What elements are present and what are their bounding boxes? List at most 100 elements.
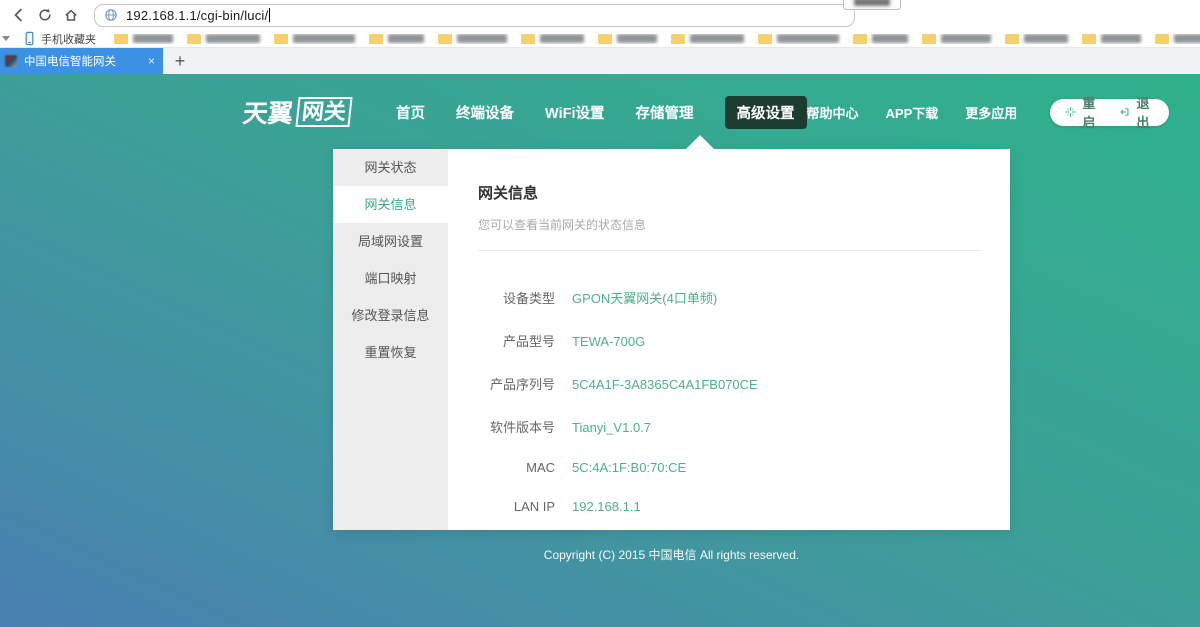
partial-popup-button[interactable] — [843, 0, 901, 10]
bookmark-blurred-label — [457, 34, 507, 43]
content-subtitle: 您可以查看当前网关的状态信息 — [478, 216, 982, 233]
nav-item[interactable]: WiFi设置 — [545, 102, 604, 123]
info-fields: 设备类型 GPON天翼网关(4口单频) 产品型号 TEWA-700G 产品序列号… — [478, 288, 982, 530]
header-links: 帮助中心 APP下载 更多应用 — [807, 103, 1018, 122]
bookmark-folder-item[interactable] — [598, 34, 657, 44]
field-label: 产品序列号 — [478, 374, 555, 393]
sidebar-item[interactable]: 端口映射 — [333, 260, 448, 297]
nav-item-label: 存储管理 — [636, 106, 694, 122]
bookmark-label: 手机收藏夹 — [41, 31, 96, 47]
header-link[interactable]: 帮助中心 — [807, 103, 859, 122]
address-bar[interactable]: 192.168.1.1/cgi-bin/luci/ — [94, 4, 855, 27]
logout-button[interactable]: 退出 — [1119, 93, 1154, 131]
refresh-icon — [37, 7, 53, 23]
folder-icon — [1005, 34, 1019, 44]
tianyi-gateway-logo: 天翼 网关 — [241, 94, 353, 130]
bookmarks-dropdown-icon[interactable] — [2, 36, 10, 41]
logout-label: 退出 — [1136, 93, 1154, 131]
bookmark-folder-item[interactable] — [438, 34, 507, 44]
folder-icon — [521, 34, 535, 44]
folder-icon — [438, 34, 452, 44]
field-label: LAN IP — [478, 499, 555, 514]
url-text: 192.168.1.1/cgi-bin/luci/ — [126, 8, 268, 23]
info-row: 软件版本号 Tianyi_V1.0.7 — [478, 417, 982, 436]
home-button[interactable] — [58, 2, 84, 28]
gateway-page: 天翼 网关 首页 终端设备 WiFi设置 — [0, 74, 1200, 627]
nav-item-label: WiFi设置 — [545, 106, 604, 122]
tab-favicon — [5, 55, 17, 67]
field-value: GPON天翼网关(4口单频) — [572, 288, 717, 307]
header-link[interactable]: 更多应用 — [965, 103, 1017, 122]
new-tab-button[interactable]: + — [163, 48, 197, 74]
bookmark-blurred-label — [941, 34, 991, 43]
bookmark-folder-item[interactable] — [1005, 34, 1068, 44]
bookmark-folder-item[interactable] — [1155, 34, 1200, 44]
nav-item[interactable]: 高级设置 — [725, 96, 807, 129]
exit-icon — [1119, 104, 1130, 120]
site-globe-icon — [103, 7, 119, 23]
nav-item[interactable]: 首页 — [396, 102, 425, 123]
folder-icon — [369, 34, 383, 44]
bookmark-mobile-favorites[interactable]: 手机收藏夹 — [22, 31, 96, 47]
sidebar-item[interactable]: 网关信息 — [333, 186, 448, 223]
nav-item-label: 终端设备 — [456, 106, 514, 122]
field-value: 5C4A1F-3A8365C4A1FB070CE — [572, 377, 758, 392]
bookmark-folder-item[interactable] — [853, 34, 908, 44]
sidebar-item-label: 网关状态 — [364, 160, 416, 175]
bookmark-blurred-label — [872, 34, 908, 43]
bookmark-folder-item[interactable] — [274, 34, 355, 44]
field-value: 5C:4A:1F:B0:70:CE — [572, 460, 686, 475]
field-label: 产品型号 — [478, 331, 555, 350]
bookmark-folder-item[interactable] — [187, 34, 260, 44]
back-icon — [11, 7, 27, 23]
back-button[interactable] — [6, 2, 32, 28]
settings-sidebar: 网关状态 网关信息 局域网设置 端口映射 修改登录信息 — [333, 149, 448, 530]
sidebar-item-label: 网关信息 — [364, 197, 416, 212]
folder-icon — [758, 34, 772, 44]
home-icon — [63, 7, 79, 23]
page-header: 天翼 网关 首页 终端设备 WiFi设置 — [0, 96, 1200, 128]
folder-icon — [598, 34, 612, 44]
folder-icon — [187, 34, 201, 44]
sidebar-item-label: 端口映射 — [364, 271, 416, 286]
browser-toolbar: 192.168.1.1/cgi-bin/luci/ — [0, 0, 1200, 30]
active-tab[interactable]: 中国电信智能网关 × — [0, 48, 163, 74]
bookmark-blurred-label — [617, 34, 657, 43]
bookmark-blurred-label — [1024, 34, 1068, 43]
logo-part2: 网关 — [295, 97, 352, 127]
nav-item[interactable]: 存储管理 — [636, 102, 694, 123]
folder-icon — [1082, 34, 1096, 44]
nav-item[interactable]: 终端设备 — [456, 102, 514, 123]
header-link[interactable]: APP下载 — [886, 103, 939, 122]
bookmark-blurred-label — [1101, 34, 1141, 43]
gateway-info-content: 网关信息 您可以查看当前网关的状态信息 设备类型 GPON天翼网关(4口单频) … — [448, 149, 1010, 530]
sidebar-item[interactable]: 网关状态 — [333, 149, 448, 186]
bookmark-folder-item[interactable] — [1082, 34, 1141, 44]
phone-icon — [22, 31, 37, 46]
info-row: MAC 5C:4A:1F:B0:70:CE — [478, 460, 982, 475]
bookmark-folder-item[interactable] — [521, 34, 584, 44]
folder-icon — [274, 34, 288, 44]
bookmark-folder-item[interactable] — [671, 34, 744, 44]
bookmark-folder-item[interactable] — [369, 34, 424, 44]
panel-pointer-arrow — [686, 135, 714, 149]
field-value: 192.168.1.1 — [572, 499, 641, 514]
tab-close-icon[interactable]: × — [148, 54, 155, 68]
divider — [478, 250, 982, 251]
folder-icon — [1155, 34, 1169, 44]
blurred-popup-label — [854, 0, 890, 6]
bookmark-folder-item[interactable] — [922, 34, 991, 44]
bookmark-blurred-label — [388, 34, 424, 43]
field-label: 软件版本号 — [478, 417, 555, 436]
sidebar-item[interactable]: 重置恢复 — [333, 334, 448, 371]
bookmarks-bar: 手机收藏夹 — [0, 30, 1200, 47]
sidebar-item[interactable]: 修改登录信息 — [333, 297, 448, 334]
refresh-button[interactable] — [32, 2, 58, 28]
sidebar-item[interactable]: 局域网设置 — [333, 223, 448, 260]
restart-button[interactable]: 重启 — [1065, 93, 1100, 131]
bookmark-folder-item[interactable] — [758, 34, 839, 44]
session-actions: 重启 退出 — [1050, 99, 1169, 126]
folder-icon — [853, 34, 867, 44]
restart-label: 重启 — [1082, 93, 1100, 131]
bookmark-folder-item[interactable] — [114, 34, 173, 44]
